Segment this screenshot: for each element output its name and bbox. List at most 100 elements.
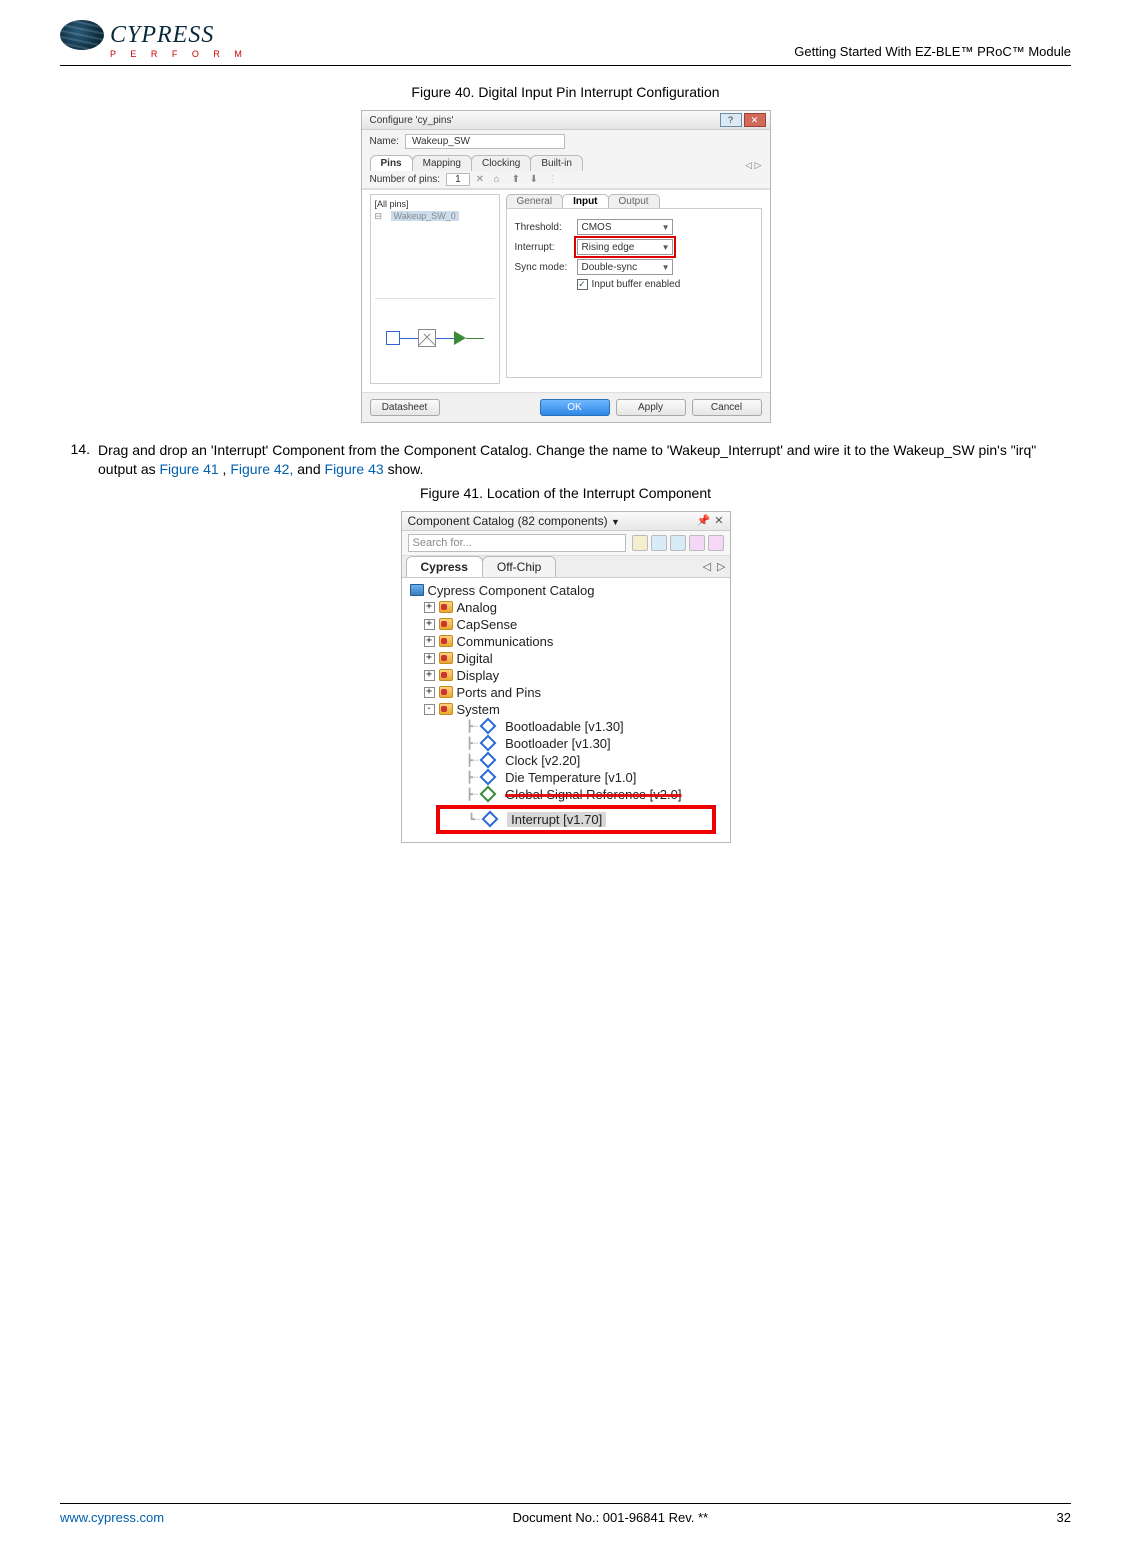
tab-pins[interactable]: Pins bbox=[370, 155, 413, 171]
page-header: CYPRESS P E R F O R M Getting Started Wi… bbox=[60, 20, 1071, 66]
view-icon-4[interactable] bbox=[708, 535, 724, 551]
step-14: 14. Drag and drop an 'Interrupt' Compone… bbox=[60, 441, 1071, 479]
catalog-icon bbox=[410, 584, 424, 596]
tree-item-pin[interactable]: Wakeup_SW_0 bbox=[391, 211, 459, 221]
folder-system[interactable]: System bbox=[457, 702, 500, 717]
panel-title: Component Catalog (82 components) bbox=[408, 514, 608, 528]
search-icon[interactable] bbox=[632, 535, 648, 551]
comp-interrupt[interactable]: Interrupt [v1.70] bbox=[507, 812, 606, 827]
pincount-label: Number of pins: bbox=[370, 174, 441, 185]
tab-next-icon[interactable]: ▷ bbox=[717, 560, 725, 573]
footer-url[interactable]: www.cypress.com bbox=[60, 1510, 164, 1525]
tree-icon[interactable]: ⌂ bbox=[494, 174, 506, 186]
delete-icon[interactable]: ✕ bbox=[476, 174, 488, 186]
component-icon bbox=[479, 769, 496, 786]
logo-subtext: P E R F O R M bbox=[110, 50, 248, 59]
input-buffer-checkbox[interactable]: ✓ Input buffer enabled bbox=[577, 279, 753, 290]
comp-clock[interactable]: Clock [v2.20] bbox=[505, 753, 580, 768]
footer-page: 32 bbox=[1057, 1510, 1071, 1525]
search-input[interactable]: Search for... bbox=[408, 534, 626, 552]
pin-square-icon bbox=[386, 331, 400, 345]
component-icon bbox=[479, 718, 496, 735]
buffer-triangle-icon bbox=[454, 331, 466, 345]
link-figure43[interactable]: Figure 43 bbox=[325, 461, 384, 477]
comp-die-temp[interactable]: Die Temperature [v1.0] bbox=[505, 770, 636, 785]
figure40-caption: Figure 40. Digital Input Pin Interrupt C… bbox=[60, 84, 1071, 100]
component-tree: Cypress Component Catalog + Analog + CapSe… bbox=[402, 577, 730, 842]
name-field[interactable]: Wakeup_SW bbox=[405, 134, 565, 149]
close-button[interactable]: ✕ bbox=[744, 113, 766, 127]
view-icon-3[interactable] bbox=[689, 535, 705, 551]
globe-icon bbox=[60, 20, 104, 50]
component-catalog-panel: Component Catalog (82 components) ▼ 📌 ✕ … bbox=[401, 511, 731, 843]
view-icon-1[interactable] bbox=[651, 535, 667, 551]
misc-icon[interactable]: ⋮ bbox=[548, 174, 560, 186]
pincount-field[interactable]: 1 bbox=[446, 173, 470, 186]
close-icon[interactable]: ✕ bbox=[714, 514, 723, 527]
tree-root[interactable]: [All pins] bbox=[375, 199, 495, 209]
doc-title: Getting Started With EZ-BLE™ PRoC™ Modul… bbox=[794, 44, 1071, 59]
threshold-dropdown[interactable]: CMOS▼ bbox=[577, 219, 673, 235]
footer-docno: Document No.: 001-96841 Rev. ** bbox=[512, 1510, 708, 1525]
link-figure41[interactable]: Figure 41 bbox=[160, 461, 219, 477]
expand-icon[interactable]: + bbox=[424, 636, 435, 647]
tab-cypress[interactable]: Cypress bbox=[406, 556, 483, 577]
pin-x-icon bbox=[418, 329, 436, 347]
expand-icon[interactable]: + bbox=[424, 653, 435, 664]
tab-nav-icon[interactable]: ◁ ▷ bbox=[745, 160, 761, 171]
dropdown-caret-icon[interactable]: ▼ bbox=[611, 517, 620, 527]
folder-digital[interactable]: Digital bbox=[457, 651, 493, 666]
logo: CYPRESS P E R F O R M bbox=[60, 20, 248, 59]
expand-icon[interactable]: + bbox=[424, 687, 435, 698]
datasheet-button[interactable]: Datasheet bbox=[370, 399, 440, 416]
ok-button[interactable]: OK bbox=[540, 399, 610, 416]
up-icon[interactable]: ⬆ bbox=[512, 174, 524, 186]
tab-prev-icon[interactable]: ◁ bbox=[703, 560, 711, 573]
expand-icon[interactable]: + bbox=[424, 670, 435, 681]
down-icon[interactable]: ⬇ bbox=[530, 174, 542, 186]
folder-communications[interactable]: Communications bbox=[457, 634, 554, 649]
sync-label: Sync mode: bbox=[515, 262, 571, 273]
highlight-red-box: ┗┈ Interrupt [v1.70] bbox=[436, 805, 716, 834]
tree-root-label[interactable]: Cypress Component Catalog bbox=[428, 583, 595, 598]
name-label: Name: bbox=[370, 136, 399, 147]
tab-mapping[interactable]: Mapping bbox=[412, 155, 472, 171]
subtab-general[interactable]: General bbox=[506, 194, 564, 208]
folder-display[interactable]: Display bbox=[457, 668, 500, 683]
folder-capsense[interactable]: CapSense bbox=[457, 617, 518, 632]
folder-icon bbox=[439, 635, 453, 647]
link-figure42[interactable]: Figure 42, bbox=[230, 461, 293, 477]
cancel-button[interactable]: Cancel bbox=[692, 399, 762, 416]
check-icon: ✓ bbox=[577, 279, 588, 290]
help-button[interactable]: ? bbox=[720, 113, 742, 127]
page-footer: www.cypress.com Document No.: 001-96841 … bbox=[60, 1503, 1071, 1525]
apply-button[interactable]: Apply bbox=[616, 399, 686, 416]
threshold-label: Threshold: bbox=[515, 222, 571, 233]
expand-icon[interactable]: + bbox=[424, 619, 435, 630]
tab-builtin[interactable]: Built-in bbox=[530, 155, 583, 171]
interrupt-dropdown[interactable]: Rising edge▼ bbox=[577, 239, 673, 255]
comp-bootloadable[interactable]: Bootloadable [v1.30] bbox=[505, 719, 624, 734]
component-icon bbox=[479, 752, 496, 769]
sync-dropdown[interactable]: Double-sync▼ bbox=[577, 259, 673, 275]
folder-icon bbox=[439, 703, 453, 715]
logo-text: CYPRESS bbox=[110, 23, 214, 47]
subtab-output[interactable]: Output bbox=[608, 194, 660, 208]
view-icon-2[interactable] bbox=[670, 535, 686, 551]
folder-icon bbox=[439, 652, 453, 664]
pin-icon[interactable]: 📌 bbox=[697, 514, 711, 527]
pin-tree-pane: [All pins] ⊟ Wakeup_SW_0 bbox=[370, 194, 500, 384]
folder-icon bbox=[439, 601, 453, 613]
pin-diagram bbox=[375, 299, 495, 377]
folder-ports-pins[interactable]: Ports and Pins bbox=[457, 685, 542, 700]
folder-analog[interactable]: Analog bbox=[457, 600, 497, 615]
expand-icon[interactable]: + bbox=[424, 602, 435, 613]
collapse-icon[interactable]: - bbox=[424, 704, 435, 715]
folder-icon bbox=[439, 669, 453, 681]
comp-bootloader[interactable]: Bootloader [v1.30] bbox=[505, 736, 611, 751]
tab-offchip[interactable]: Off-Chip bbox=[482, 556, 556, 577]
comp-global-signal[interactable]: Global Signal Reference [v2.0] bbox=[505, 787, 681, 802]
folder-icon bbox=[439, 618, 453, 630]
subtab-input[interactable]: Input bbox=[562, 194, 608, 208]
tab-clocking[interactable]: Clocking bbox=[471, 155, 531, 171]
